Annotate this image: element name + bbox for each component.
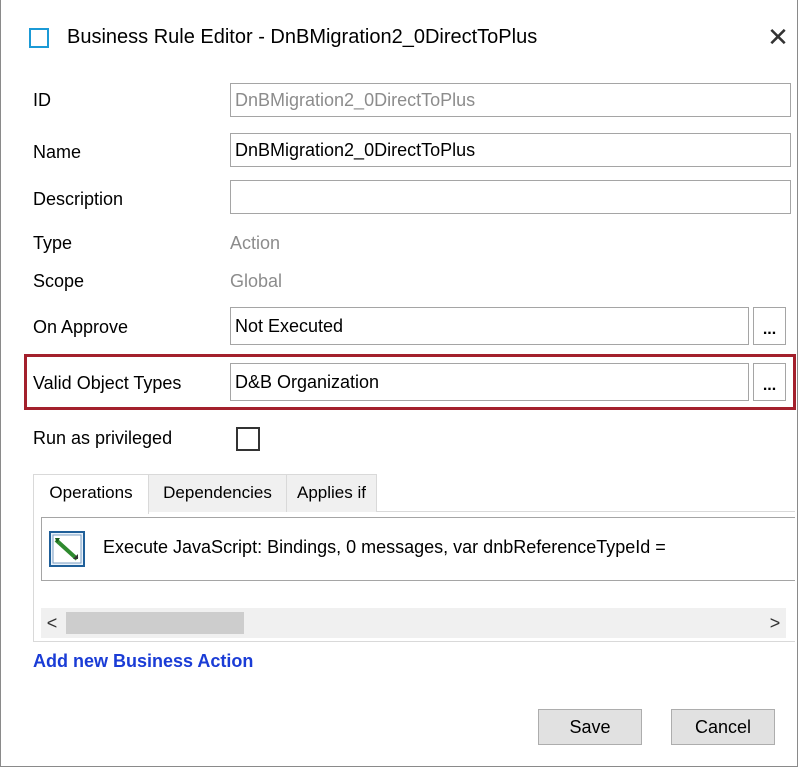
valid-object-types-browse-button[interactable]: ... [753,363,786,401]
operations-horizontal-scrollbar[interactable]: < > [41,608,786,638]
scroll-thumb[interactable] [66,612,244,634]
on-approve-label: On Approve [33,317,129,337]
valid-object-types-field[interactable]: D&B Organization [230,363,749,401]
id-field: DnBMigration2_0DirectToPlus [230,83,791,117]
tab-operations[interactable]: Operations [33,474,149,514]
valid-object-types-label: Valid Object Types [33,373,182,393]
tab-dependencies[interactable]: Dependencies [149,474,287,512]
save-button[interactable]: Save [538,709,642,745]
close-icon[interactable]: ✕ [765,22,791,52]
run-as-privileged-checkbox[interactable] [236,427,260,451]
javascript-action-icon [49,531,85,567]
name-field[interactable]: DnBMigration2_0DirectToPlus [230,133,791,167]
description-field[interactable] [230,180,791,214]
operation-row[interactable]: Execute JavaScript: Bindings, 0 messages… [41,517,795,581]
operation-text: Execute JavaScript: Bindings, 0 messages… [103,537,666,557]
id-label: ID [33,90,51,110]
description-label: Description [33,189,124,209]
add-business-action-link[interactable]: Add new Business Action [33,651,253,672]
tab-applies-if[interactable]: Applies if [287,474,377,512]
on-approve-field[interactable]: Not Executed [230,307,749,345]
type-value: Action [230,233,281,253]
on-approve-browse-button[interactable]: ... [753,307,786,345]
window-title: Business Rule Editor - DnBMigration2_0Di… [67,26,538,48]
scroll-right-icon[interactable]: > [764,608,786,638]
window-app-icon [29,28,49,48]
type-label: Type [33,233,73,253]
cancel-button[interactable]: Cancel [671,709,775,745]
business-rule-editor-window: Business Rule Editor - DnBMigration2_0Di… [0,0,798,767]
title-bar: Business Rule Editor - DnBMigration2_0Di… [1,0,797,80]
scope-value: Global [230,271,283,291]
name-label: Name [33,142,82,162]
scope-label: Scope [33,271,85,291]
run-as-privileged-label: Run as privileged [33,428,173,448]
scroll-left-icon[interactable]: < [41,608,63,638]
